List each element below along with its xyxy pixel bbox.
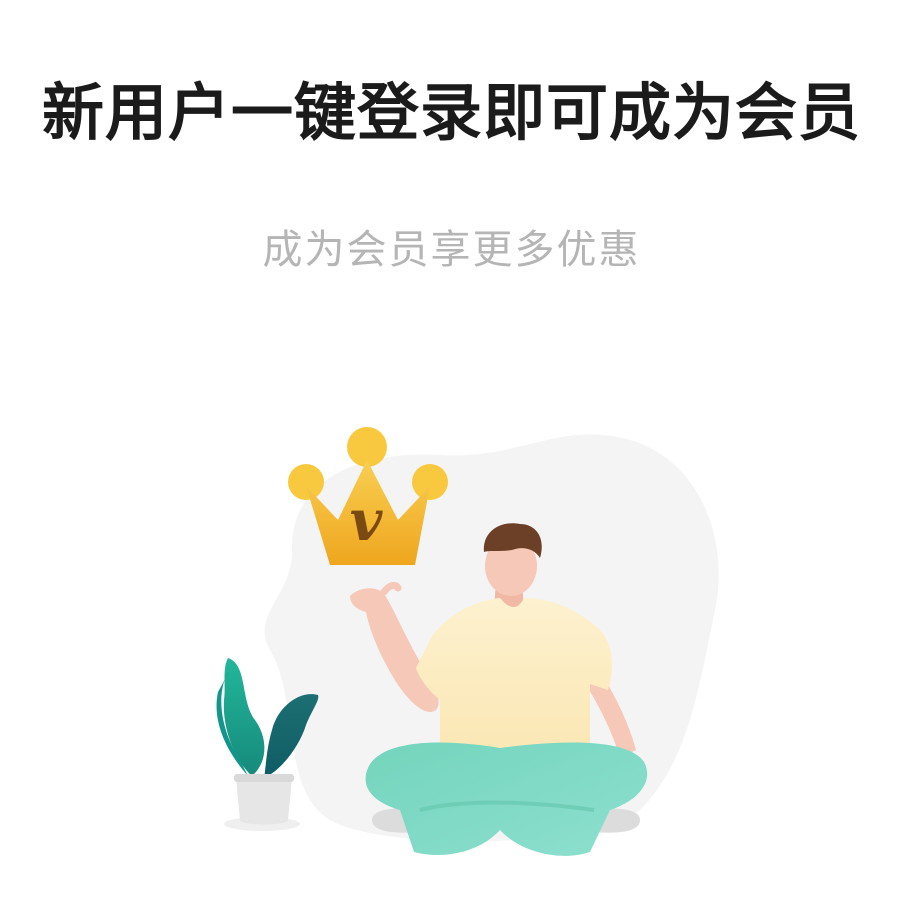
member-illustration: v xyxy=(216,427,719,856)
member-promo-page: 新用户一键登录即可成为会员 成为会员享更多优惠 v xyxy=(0,0,903,919)
page-title: 新用户一键登录即可成为会员 xyxy=(41,76,861,149)
page-subtitle: 成为会员享更多优惠 xyxy=(262,227,641,273)
crown-letter: v xyxy=(350,488,384,554)
